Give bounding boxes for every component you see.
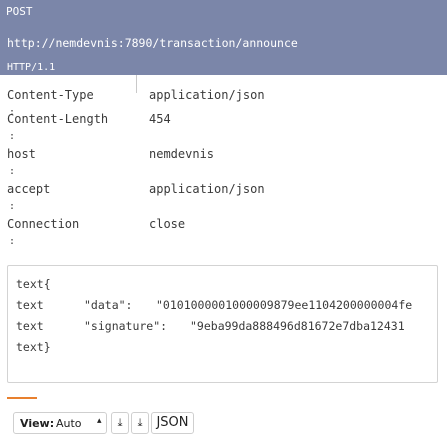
view-label: View: (20, 417, 55, 430)
request-url[interactable]: http://nemdevnis:7890/transaction/announ… (7, 36, 298, 50)
header-name: host (7, 147, 36, 161)
header-value: nemdevnis (149, 147, 215, 161)
body-open: text{ (16, 277, 51, 291)
url-bar: http://nemdevnis:7890/transaction/announ… (0, 25, 447, 61)
chevron-up-icon: ▴ (97, 416, 102, 426)
header-value: application/json (149, 88, 265, 102)
version-bar: HTTP/1.1 (0, 61, 447, 75)
header-row: accept : application/json (0, 179, 447, 213)
header-separator: : (9, 131, 16, 142)
header-separator: : (9, 236, 16, 247)
download-icon: ⤓ (117, 416, 123, 429)
header-value: close (149, 217, 186, 231)
header-value: 454 (149, 112, 171, 126)
body-keyword: text (16, 298, 44, 312)
download-icon: ⤓ (137, 416, 143, 429)
download-raw-button[interactable]: ⤓ (131, 412, 149, 434)
view-mode-select[interactable]: View: Auto ▴ (13, 412, 107, 434)
download-button[interactable]: ⤓ (111, 412, 129, 434)
view-value: Auto (56, 417, 82, 430)
header-separator: : (9, 166, 16, 177)
http-version: HTTP/1.1 (7, 62, 56, 73)
header-row: Content-Length : 454 (0, 109, 447, 143)
request-method: POST (6, 5, 33, 18)
header-row: Content-Type : application/json (0, 75, 447, 118)
header-row: host : nemdevnis (0, 144, 447, 178)
json-label: JSON (156, 415, 189, 430)
header-name: Content-Length (7, 112, 109, 126)
body-key: "signature": (84, 319, 168, 333)
header-separator: : (9, 201, 16, 212)
json-button[interactable]: JSON (151, 412, 194, 434)
request-body-panel[interactable]: text{ text "data": "0101000001000009879e… (7, 265, 438, 383)
header-name: Connection (7, 217, 80, 231)
header-name: Content-Type (7, 88, 94, 102)
header-name: accept (7, 182, 51, 196)
body-key: "data": (84, 298, 133, 312)
header-row: Connection : close (0, 214, 447, 248)
header-value: application/json (149, 182, 265, 196)
body-value: "9eba99da888496d81672e7dba12431 (190, 319, 405, 333)
body-value: "0101000001000009879ee1104200000004fe (156, 298, 413, 312)
accent-divider (7, 397, 37, 399)
method-bar: POST (0, 0, 447, 25)
body-keyword: text (16, 319, 44, 333)
body-close: text} (16, 340, 51, 354)
